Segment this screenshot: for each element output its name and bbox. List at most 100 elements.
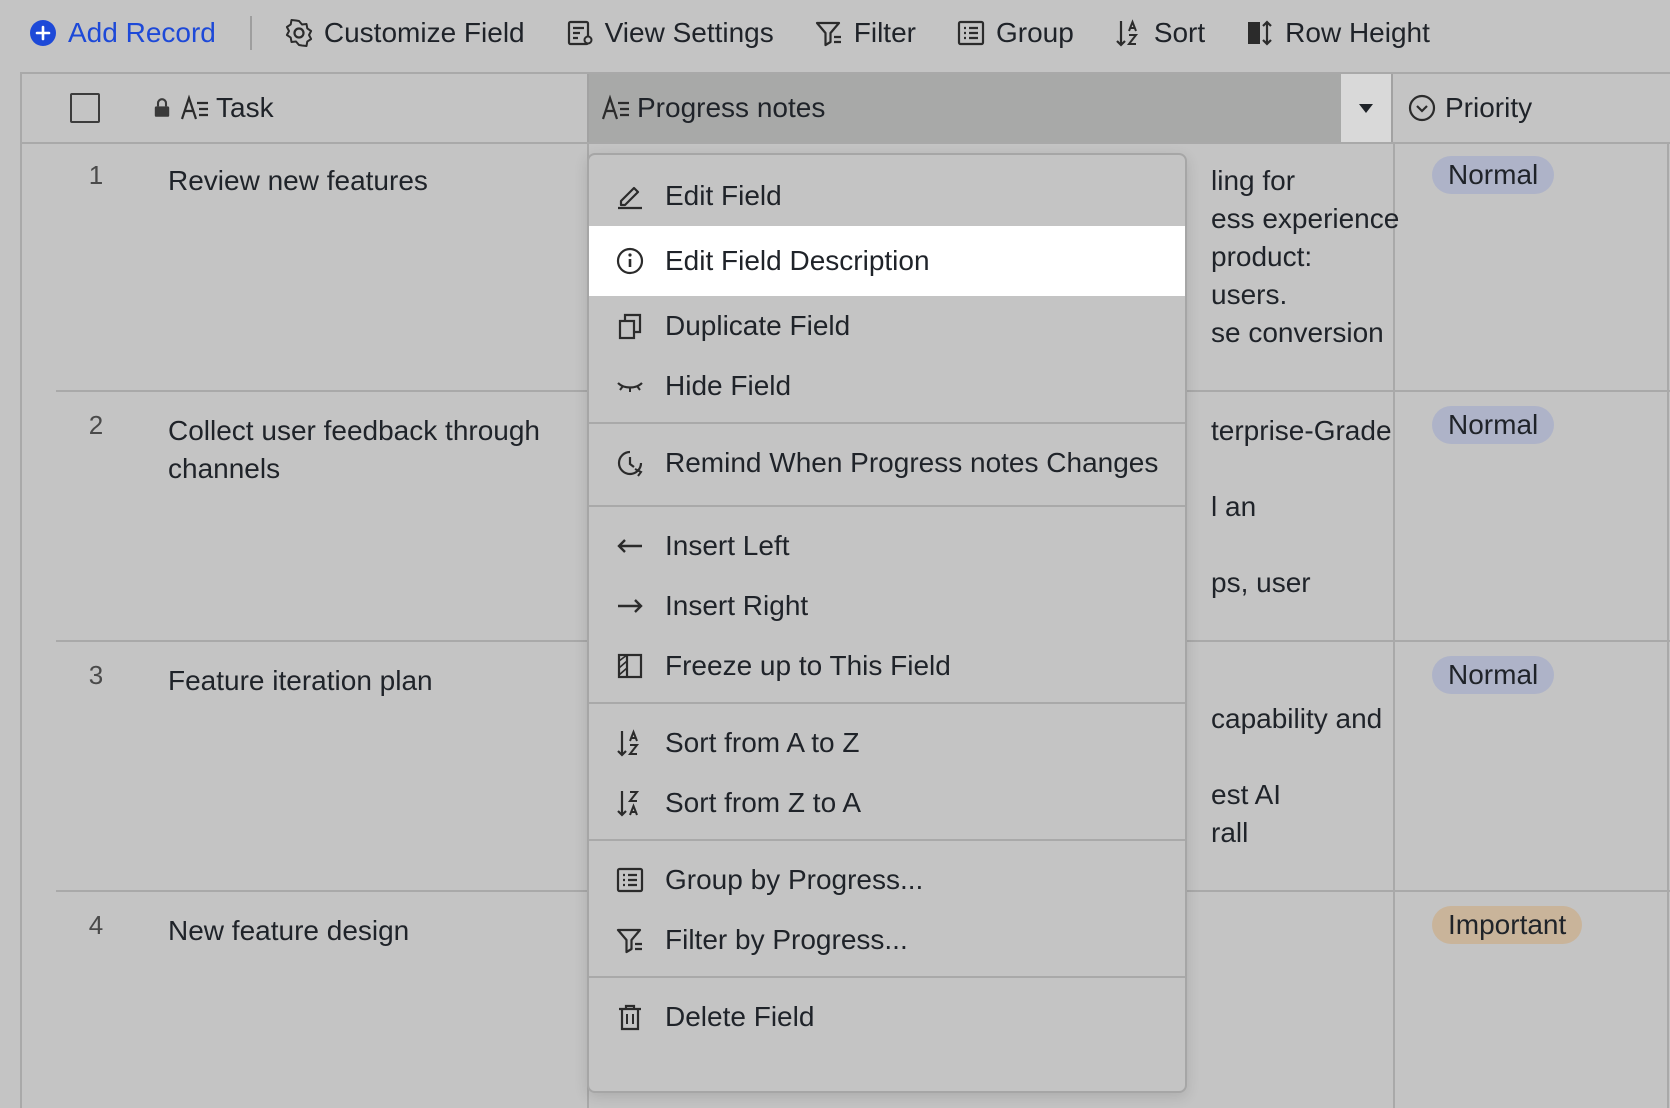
view-settings-button[interactable]: View Settings — [565, 17, 774, 49]
grid-header: Task Progress notes Priority — [22, 74, 1670, 144]
notes-line: terprise-Grade — [1211, 415, 1392, 446]
remind-clock-icon — [617, 450, 643, 477]
eye-closed-icon — [617, 382, 643, 392]
menu-item-filter-by[interactable]: Filter by Progress... — [589, 910, 1185, 970]
priority-badge[interactable]: Normal — [1432, 406, 1555, 444]
progress-notes-cell[interactable]: terprise-Grade l an ps, user — [1211, 412, 1431, 602]
column-menu-dropdown-button[interactable] — [1341, 74, 1391, 142]
menu-item-insert-left[interactable]: Insert Left — [589, 516, 1185, 576]
task-cell[interactable]: Review new features — [168, 162, 578, 200]
notes-line: est AI — [1211, 779, 1282, 810]
priority-badge[interactable]: Important — [1432, 906, 1583, 944]
menu-separator — [589, 976, 1185, 978]
pencil-icon — [618, 186, 642, 210]
progress-notes-cell[interactable]: ling for ess experience product: users. … — [1211, 162, 1431, 352]
arrow-right-icon — [618, 599, 643, 613]
menu-item-label: Insert Right — [665, 590, 809, 621]
group-button[interactable]: Group — [956, 17, 1074, 49]
menu-item-duplicate-field[interactable]: Duplicate Field — [589, 296, 1185, 356]
toolbar: Add Record Customize Field View Settings… — [0, 0, 1670, 66]
notes-line: product: — [1211, 241, 1313, 272]
menu-item-edit-field-description[interactable]: Edit Field Description — [589, 226, 1185, 296]
menu-item-label: Duplicate Field — [665, 310, 851, 341]
menu-item-label: Edit Field — [665, 180, 782, 211]
notes-line: ps, user — [1211, 567, 1311, 598]
menu-item-insert-right[interactable]: Insert Right — [589, 576, 1185, 636]
priority-badge[interactable]: Normal — [1432, 156, 1555, 194]
sort-descending-icon — [617, 791, 640, 817]
customize-field-button[interactable]: Customize Field — [284, 17, 525, 49]
menu-item-sort-az[interactable]: Sort from A to Z — [589, 713, 1185, 773]
group-label: Group — [995, 17, 1074, 48]
menu-item-label: Group by Progress... — [665, 864, 924, 895]
progress-notes-cell[interactable]: capability and est AI rall — [1211, 662, 1431, 852]
select-all-checkbox[interactable] — [70, 93, 100, 123]
view-settings-icon — [567, 20, 593, 46]
add-record-button[interactable]: Add Record — [28, 17, 216, 49]
sort-ascending-icon — [617, 729, 640, 757]
lock-icon — [154, 98, 170, 117]
text-field-icon — [601, 94, 629, 120]
notes-line: ess experience — [1211, 203, 1400, 234]
menu-item-label: Filter by Progress... — [665, 924, 908, 955]
row-height-label: Row Height — [1285, 17, 1430, 48]
notes-line: capability and — [1211, 703, 1383, 734]
sort-icon — [1116, 19, 1138, 47]
view-settings-label: View Settings — [604, 17, 774, 48]
task-cell[interactable]: New feature design — [168, 912, 578, 950]
filter-button[interactable]: Filter — [814, 17, 916, 49]
menu-item-edit-field[interactable]: Edit Field — [589, 166, 1185, 226]
row-number: 1 — [88, 160, 104, 190]
freeze-column-icon — [617, 653, 643, 679]
notes-line — [1211, 450, 1431, 488]
toolbar-divider — [249, 16, 252, 50]
notes-line: rall — [1211, 817, 1249, 848]
filter-icon — [815, 21, 841, 47]
notes-line: users. — [1211, 279, 1288, 310]
notes-line: l an — [1211, 491, 1257, 522]
select-all-cell — [70, 74, 100, 142]
menu-item-label: Hide Field — [665, 370, 792, 401]
sort-label: Sort — [1153, 17, 1206, 48]
gear-icon — [285, 19, 312, 47]
arrow-left-icon — [617, 539, 642, 553]
menu-separator — [589, 422, 1185, 424]
menu-separator — [589, 839, 1185, 841]
info-icon — [616, 247, 644, 275]
row-number: 3 — [88, 660, 104, 690]
task-cell[interactable]: Collect user feedback through channels — [168, 412, 578, 488]
menu-item-remind-changes[interactable]: Remind When Progress notes Changes — [589, 433, 1185, 493]
menu-item-hide-field[interactable]: Hide Field — [589, 356, 1185, 416]
notes-line — [1211, 662, 1431, 700]
trash-icon — [619, 1004, 641, 1031]
row-number: 4 — [88, 910, 104, 940]
column-header-progress-notes[interactable]: Progress notes — [587, 74, 1393, 142]
menu-item-label: Insert Left — [665, 530, 790, 561]
filter-icon — [616, 928, 642, 954]
menu-item-freeze[interactable]: Freeze up to This Field — [589, 636, 1185, 696]
notes-line — [1211, 526, 1431, 564]
notes-line: se conversion — [1211, 317, 1384, 348]
column-header-task[interactable]: Task — [150, 74, 274, 142]
menu-item-label: Remind When Progress notes Changes — [665, 447, 1159, 478]
priority-badge[interactable]: Normal — [1432, 656, 1555, 694]
menu-item-sort-za[interactable]: Sort from Z to A — [589, 773, 1185, 833]
filter-label: Filter — [853, 17, 916, 48]
menu-item-group-by[interactable]: Group by Progress... — [589, 850, 1185, 910]
task-cell[interactable]: Feature iteration plan — [168, 662, 578, 700]
row-height-button[interactable]: Row Height — [1245, 17, 1430, 49]
caret-down-icon — [1359, 104, 1373, 113]
text-field-icon — [180, 94, 208, 120]
menu-item-label: Delete Field — [665, 1001, 815, 1032]
menu-separator — [589, 505, 1185, 507]
column-header-task-label: Task — [216, 92, 274, 123]
column-header-priority[interactable]: Priority — [1395, 74, 1532, 142]
group-icon — [616, 867, 644, 893]
single-select-icon — [1408, 94, 1436, 122]
field-context-menu: Edit Field Edit Field Description Duplic… — [587, 153, 1187, 1093]
duplicate-icon — [618, 313, 642, 340]
row-number: 2 — [88, 410, 104, 440]
notes-line: ling for — [1211, 165, 1296, 196]
sort-button[interactable]: Sort — [1114, 17, 1205, 49]
menu-item-delete-field[interactable]: Delete Field — [589, 987, 1185, 1047]
